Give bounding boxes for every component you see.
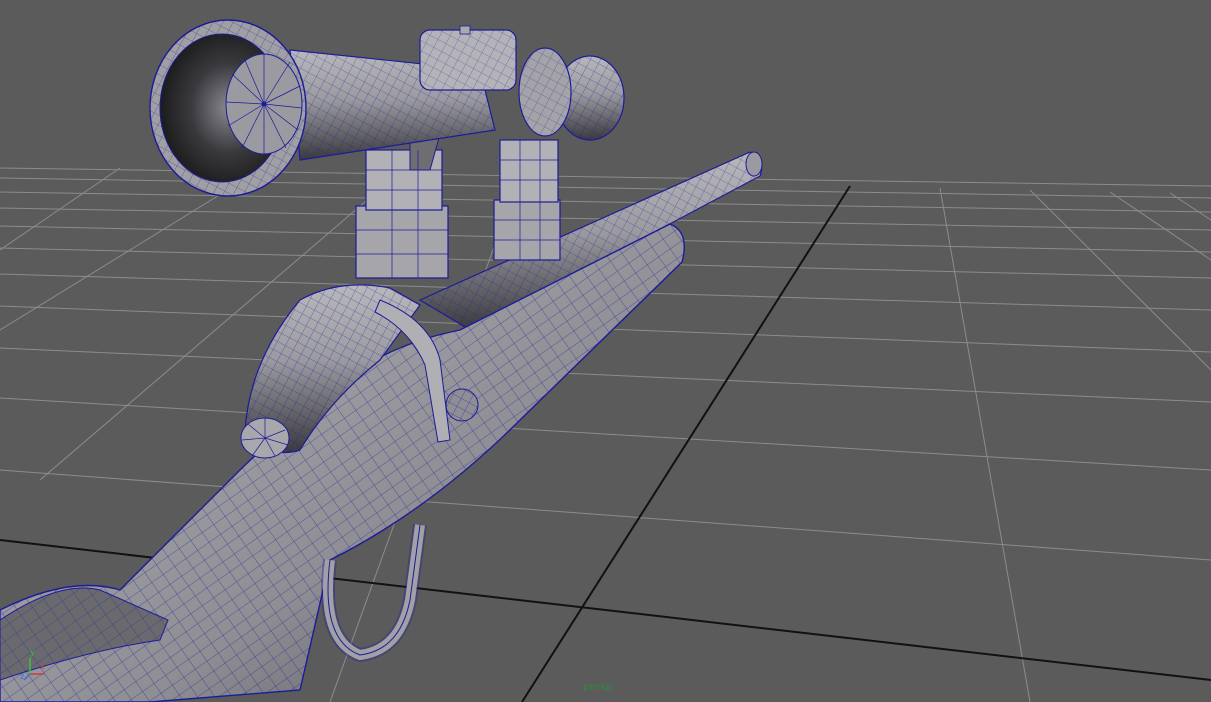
perspective-viewport[interactable]: x y z persp (0, 0, 1211, 702)
axis-z-label: z (20, 672, 25, 681)
axis-y-label: y (30, 648, 35, 657)
axis-gizmo-labels: x y z (20, 648, 50, 682)
viewport-canvas (0, 19, 1211, 702)
camera-label: persp (583, 682, 613, 693)
axis-x-label: x (40, 662, 45, 671)
scope-mount-rear[interactable] (493, 139, 561, 261)
